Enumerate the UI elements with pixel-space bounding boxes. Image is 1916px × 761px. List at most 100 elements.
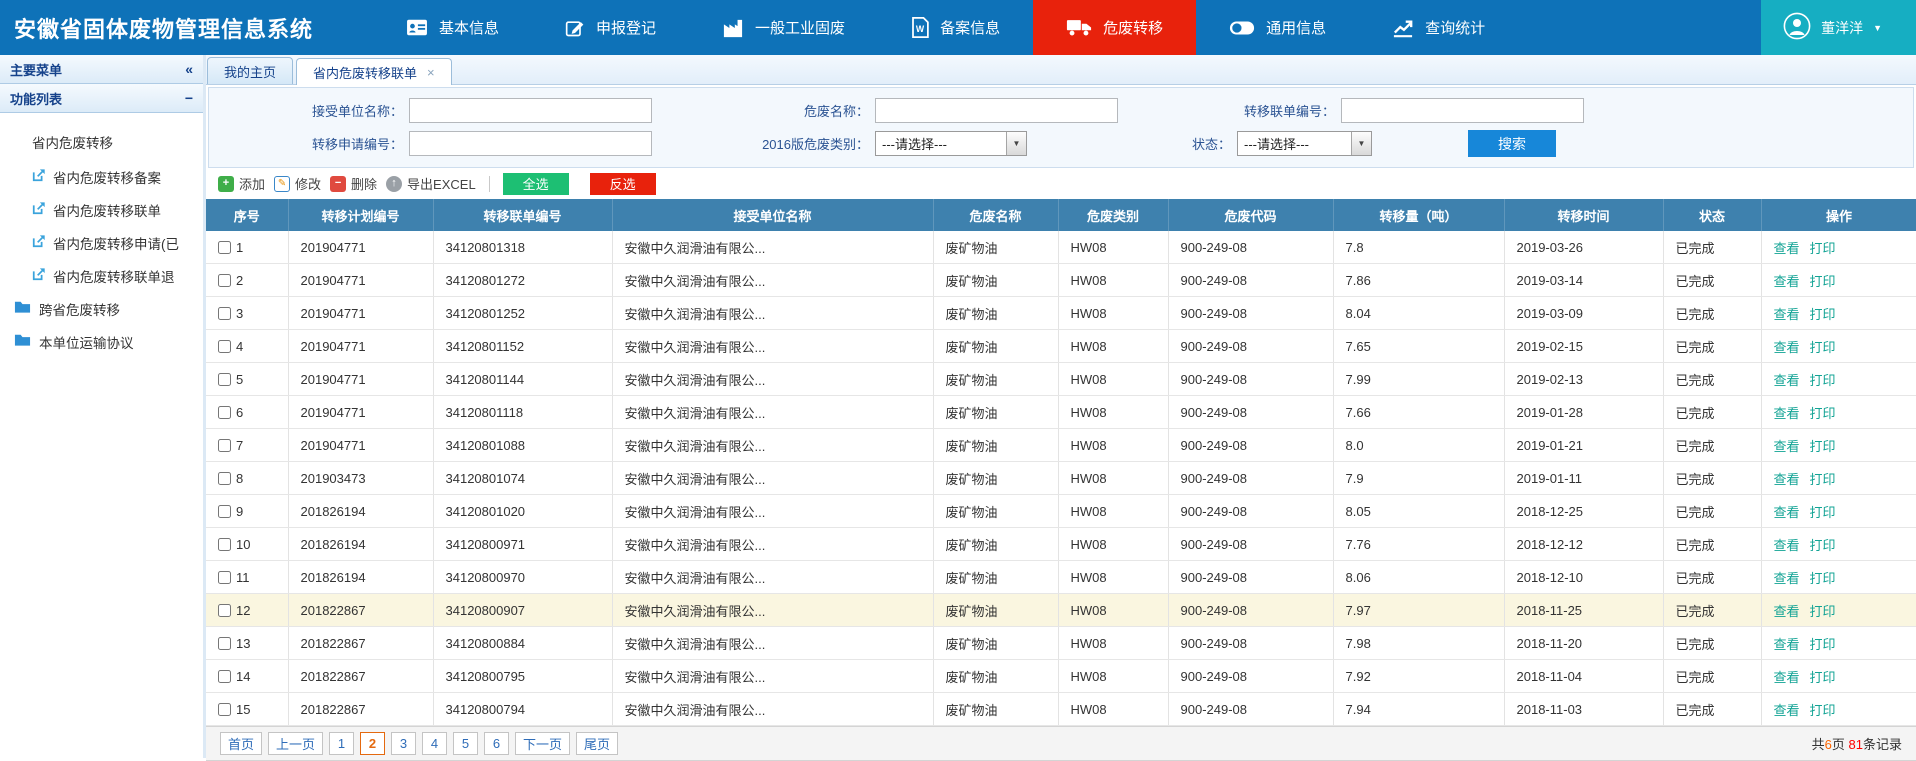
date-cell: 2019-02-15 <box>1504 330 1663 363</box>
view-link[interactable]: 查看 <box>1774 670 1800 685</box>
view-link[interactable]: 查看 <box>1774 439 1800 454</box>
print-link[interactable]: 打印 <box>1810 439 1836 454</box>
print-link[interactable]: 打印 <box>1810 274 1836 289</box>
row-checkbox[interactable] <box>218 571 231 584</box>
row-checkbox[interactable] <box>218 439 231 452</box>
edit-button[interactable]: ✎ 修改 <box>274 174 321 193</box>
view-link[interactable]: 查看 <box>1774 340 1800 355</box>
sidebar-item-cross-province-transfer[interactable]: 跨省危废转移 <box>0 292 203 325</box>
nav-item-hazwaste-transfer[interactable]: 危废转移 <box>1033 0 1196 55</box>
sidebar-item-transfer-record[interactable]: 省内危废转移备案 <box>0 160 203 193</box>
page-number-button[interactable]: 2 <box>360 732 385 755</box>
collapse-sidebar-icon[interactable]: « <box>185 61 193 77</box>
print-link[interactable]: 打印 <box>1810 571 1836 586</box>
row-checkbox[interactable] <box>218 538 231 551</box>
view-link[interactable]: 查看 <box>1774 241 1800 256</box>
nav-item-declare[interactable]: 申报登记 <box>532 0 689 55</box>
date-cell: 2018-12-25 <box>1504 495 1663 528</box>
row-checkbox[interactable] <box>218 241 231 254</box>
view-link[interactable]: 查看 <box>1774 373 1800 388</box>
page-number-button[interactable]: 6 <box>484 732 509 755</box>
waste-category-cell: HW08 <box>1058 330 1168 363</box>
row-checkbox[interactable] <box>218 274 231 287</box>
row-checkbox[interactable] <box>218 307 231 320</box>
print-link[interactable]: 打印 <box>1810 241 1836 256</box>
waste-code-cell: 900-249-08 <box>1168 396 1333 429</box>
nav-item-general-info[interactable]: 通用信息 <box>1196 0 1359 55</box>
waste-name-cell: 废矿物油 <box>933 462 1058 495</box>
sidebar-item-manifest-return[interactable]: 省内危废转移联单退 <box>0 259 203 292</box>
minus-icon[interactable]: − <box>185 90 193 106</box>
search-button[interactable]: 搜索 <box>1468 130 1556 157</box>
next-page-button[interactable]: 下一页 <box>515 732 570 755</box>
tab-label: 省内危废转移联单 <box>313 63 417 82</box>
view-link[interactable]: 查看 <box>1774 505 1800 520</box>
receiver-name-input[interactable] <box>409 98 652 123</box>
row-checkbox[interactable] <box>218 505 231 518</box>
waste-code-cell: 900-249-08 <box>1168 693 1333 726</box>
last-page-button[interactable]: 尾页 <box>576 732 618 755</box>
row-checkbox[interactable] <box>218 703 231 716</box>
nav-item-industrial-waste[interactable]: 一般工业固废 <box>689 0 878 55</box>
first-page-button[interactable]: 首页 <box>220 732 262 755</box>
print-link[interactable]: 打印 <box>1810 670 1836 685</box>
view-link[interactable]: 查看 <box>1774 703 1800 718</box>
export-excel-button[interactable]: ↑ 导出EXCEL <box>386 174 476 193</box>
select-all-button[interactable]: 全选 <box>503 173 569 195</box>
page-number-button[interactable]: 1 <box>329 732 354 755</box>
nav-item-record-info[interactable]: W 备案信息 <box>878 0 1033 55</box>
print-link[interactable]: 打印 <box>1810 637 1836 652</box>
waste-category-cell: HW08 <box>1058 495 1168 528</box>
view-link[interactable]: 查看 <box>1774 472 1800 487</box>
print-link[interactable]: 打印 <box>1810 472 1836 487</box>
row-checkbox[interactable] <box>218 472 231 485</box>
waste-name-input[interactable] <box>875 98 1118 123</box>
sidebar-item-transfer-apply[interactable]: 省内危废转移申请(已 <box>0 226 203 259</box>
add-button[interactable]: + 添加 <box>218 174 265 193</box>
view-link[interactable]: 查看 <box>1774 571 1800 586</box>
sidebar-group-intra-province-transfer[interactable]: 省内危废转移 <box>0 127 203 160</box>
print-link[interactable]: 打印 <box>1810 406 1836 421</box>
view-link[interactable]: 查看 <box>1774 406 1800 421</box>
sidebar-item-transport-agreement[interactable]: 本单位运输协议 <box>0 325 203 358</box>
view-link[interactable]: 查看 <box>1774 637 1800 652</box>
close-icon[interactable]: × <box>427 66 435 79</box>
page-number-button[interactable]: 3 <box>391 732 416 755</box>
print-link[interactable]: 打印 <box>1810 340 1836 355</box>
row-checkbox[interactable] <box>218 373 231 386</box>
print-link[interactable]: 打印 <box>1810 505 1836 520</box>
print-link[interactable]: 打印 <box>1810 538 1836 553</box>
search-panel: 接受单位名称： 危废名称： 转移联单编号： 转移申请编号： <box>208 87 1914 168</box>
waste-category-cell: HW08 <box>1058 594 1168 627</box>
manifest-no-input[interactable] <box>1341 98 1584 123</box>
external-link-icon <box>32 267 46 284</box>
manifest-no-cell: 34120801318 <box>433 231 612 264</box>
print-link[interactable]: 打印 <box>1810 307 1836 322</box>
row-checkbox[interactable] <box>218 406 231 419</box>
delete-button[interactable]: − 删除 <box>330 174 377 193</box>
view-link[interactable]: 查看 <box>1774 604 1800 619</box>
print-link[interactable]: 打印 <box>1810 604 1836 619</box>
prev-page-button[interactable]: 上一页 <box>268 732 323 755</box>
page-number-button[interactable]: 5 <box>453 732 478 755</box>
view-link[interactable]: 查看 <box>1774 307 1800 322</box>
waste-category-select[interactable]: ---请选择--- ▼ <box>875 131 1027 156</box>
view-link[interactable]: 查看 <box>1774 274 1800 289</box>
row-checkbox[interactable] <box>218 340 231 353</box>
apply-no-input[interactable] <box>409 131 652 156</box>
nav-item-basic-info[interactable]: 基本信息 <box>373 0 532 55</box>
tab-my-homepage[interactable]: 我的主页 <box>207 57 293 84</box>
sidebar-item-transfer-manifest[interactable]: 省内危废转移联单 <box>0 193 203 226</box>
row-checkbox[interactable] <box>218 637 231 650</box>
page-number-button[interactable]: 4 <box>422 732 447 755</box>
print-link[interactable]: 打印 <box>1810 373 1836 388</box>
nav-item-query-stats[interactable]: 查询统计 <box>1359 0 1518 55</box>
tab-transfer-manifest[interactable]: 省内危废转移联单 × <box>296 58 452 85</box>
print-link[interactable]: 打印 <box>1810 703 1836 718</box>
row-checkbox[interactable] <box>218 670 231 683</box>
status-select[interactable]: ---请选择--- ▼ <box>1237 131 1372 156</box>
invert-selection-button[interactable]: 反选 <box>590 173 656 195</box>
view-link[interactable]: 查看 <box>1774 538 1800 553</box>
row-checkbox[interactable] <box>218 604 231 617</box>
user-menu[interactable]: 董洋洋 ▼ <box>1761 0 1916 55</box>
